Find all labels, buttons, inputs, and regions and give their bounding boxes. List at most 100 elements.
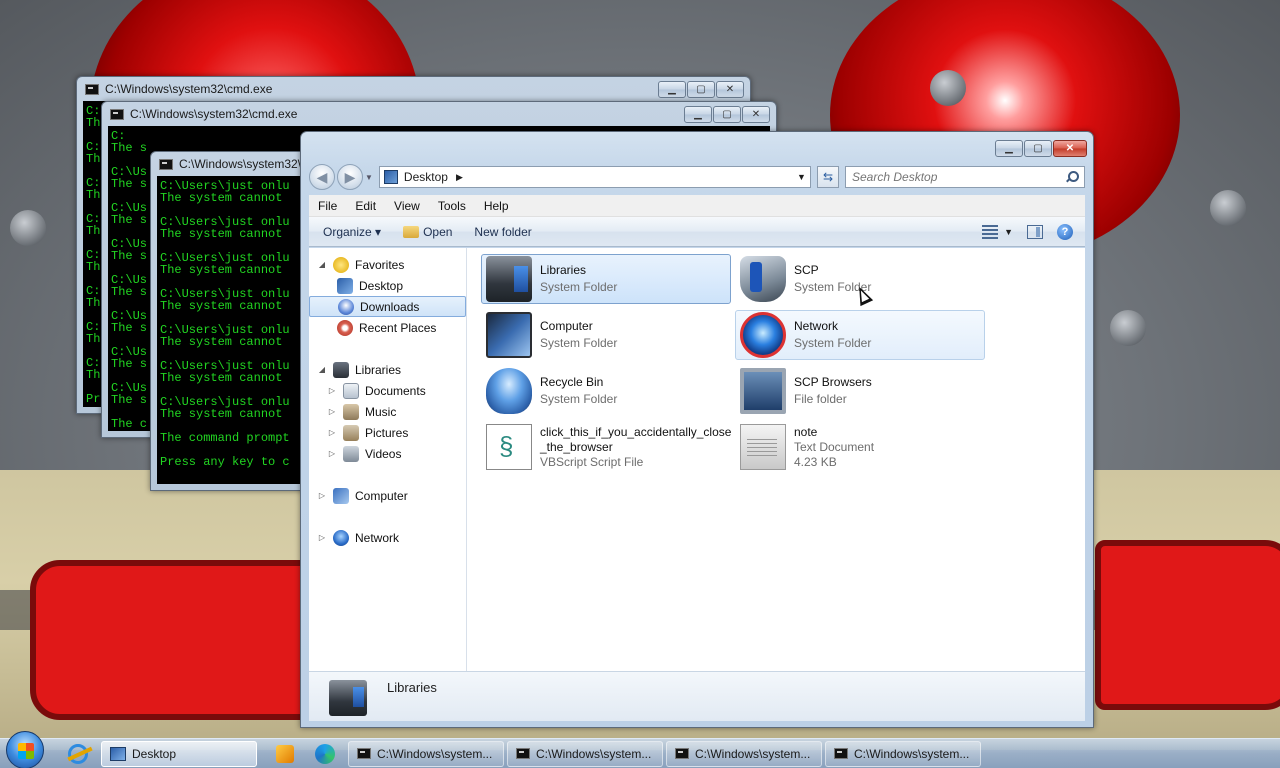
tree-libraries[interactable]: ◢ Libraries xyxy=(309,359,466,380)
search-box[interactable] xyxy=(845,166,1085,188)
open-button[interactable]: Open xyxy=(399,225,456,239)
details-pane: Libraries xyxy=(309,671,1085,721)
taskbar-cmd-button[interactable]: C:\Windows\system... xyxy=(507,740,663,767)
maximize-button[interactable]: ▢ xyxy=(687,81,715,98)
close-button[interactable]: ✕ xyxy=(742,106,770,123)
menu-tools[interactable]: Tools xyxy=(429,199,475,213)
network-globe-icon xyxy=(740,312,786,358)
navigation-pane[interactable]: ◢ Favorites Desktop Downloads Recent Pla… xyxy=(309,248,467,673)
file-type: System Folder xyxy=(794,336,872,350)
help-icon[interactable]: ? xyxy=(1057,223,1073,240)
explorer-content: ◢ Favorites Desktop Downloads Recent Pla… xyxy=(309,248,1085,673)
wallpaper-bolt xyxy=(10,210,46,246)
search-input[interactable] xyxy=(852,170,1064,184)
menu-edit[interactable]: Edit xyxy=(346,199,385,213)
collapsed-arrow-icon[interactable]: ▷ xyxy=(327,407,337,416)
cmd-output: C:\Users\just onlu The system cannot C:\… xyxy=(160,179,290,469)
menu-view[interactable]: View xyxy=(385,199,429,213)
minimize-button[interactable]: ▁ xyxy=(684,106,712,123)
music-icon xyxy=(343,403,359,420)
start-button[interactable] xyxy=(6,730,44,768)
libraries-icon xyxy=(486,256,532,302)
file-item-computer[interactable]: Computer System Folder xyxy=(481,310,731,360)
taskbar-label: Desktop xyxy=(132,746,177,761)
cmd-output: C: The s C:\Us The s C:\Us The s C:\Us T… xyxy=(111,129,148,431)
videos-icon xyxy=(343,445,359,462)
collapsed-arrow-icon[interactable]: ▷ xyxy=(327,428,337,437)
tree-label: Desktop xyxy=(359,278,404,293)
cmd-icon xyxy=(516,748,530,759)
explorer-window-buttons: ▁ ▢ ✕ xyxy=(995,140,1087,157)
collapsed-arrow-icon[interactable]: ▷ xyxy=(327,386,337,395)
address-bar[interactable]: Desktop ▶ ▼ xyxy=(378,166,811,188)
breadcrumb-arrow-icon[interactable]: ▶ xyxy=(456,172,463,183)
tree-label: Documents xyxy=(365,383,426,398)
recent-places-icon xyxy=(337,319,353,336)
file-item-scp-browsers[interactable]: SCP Browsers File folder xyxy=(735,366,985,416)
file-item-note[interactable]: note Text Document 4.23 KB xyxy=(735,418,985,476)
expanded-arrow-icon[interactable]: ◢ xyxy=(317,260,327,269)
file-item-libraries[interactable]: Libraries System Folder xyxy=(481,254,731,304)
search-icon[interactable] xyxy=(1064,170,1079,184)
cmd-title-text: C:\Windows\system32\cmd.exe xyxy=(105,82,273,96)
taskbar-ie[interactable] xyxy=(58,740,98,768)
file-item-recycle-bin[interactable]: Recycle Bin System Folder xyxy=(481,366,731,416)
tree-videos[interactable]: ▷ Videos xyxy=(309,443,466,464)
tree-desktop[interactable]: Desktop xyxy=(309,275,466,296)
minimize-button[interactable]: ▁ xyxy=(658,81,686,98)
close-button[interactable]: ✕ xyxy=(1053,140,1087,157)
collapsed-arrow-icon[interactable]: ▷ xyxy=(317,491,327,500)
menu-file[interactable]: File xyxy=(309,199,346,213)
file-type: Text Document xyxy=(794,439,875,454)
taskbar-edge[interactable] xyxy=(305,740,345,768)
tree-documents[interactable]: ▷ Documents xyxy=(309,380,466,401)
media-player-icon xyxy=(276,744,294,763)
tree-favorites[interactable]: ◢ Favorites xyxy=(309,254,466,275)
new-folder-button[interactable]: New folder xyxy=(470,225,535,239)
close-button[interactable]: ✕ xyxy=(716,81,744,98)
explorer-window[interactable]: ▁ ▢ ✕ ◀ ▶ ▼ Desktop ▶ ▼ ⇆ File Edit View… xyxy=(300,131,1094,728)
collapsed-arrow-icon[interactable]: ▷ xyxy=(317,533,327,542)
file-item-vbscript[interactable]: click_this_if_you_accidentally_close_the… xyxy=(481,418,731,476)
minimize-button[interactable]: ▁ xyxy=(995,140,1023,157)
preview-pane-icon[interactable] xyxy=(1027,224,1043,239)
file-item-network[interactable]: Network System Folder xyxy=(735,310,985,360)
taskbar-label: C:\Windows\system... xyxy=(377,746,493,761)
tree-downloads[interactable]: Downloads xyxy=(309,296,466,317)
cmd-icon xyxy=(85,83,99,95)
views-dropdown-icon[interactable]: ▼ xyxy=(1004,227,1013,237)
tree-computer[interactable]: ▷ Computer xyxy=(309,485,466,506)
breadcrumb-desktop[interactable]: Desktop xyxy=(404,170,448,184)
tree-network[interactable]: ▷ Network xyxy=(309,527,466,548)
maximize-button[interactable]: ▢ xyxy=(713,106,741,123)
downloads-icon xyxy=(338,298,354,315)
cmd-icon xyxy=(834,748,848,759)
menu-help[interactable]: Help xyxy=(475,199,518,213)
address-dropdown-icon[interactable]: ▼ xyxy=(792,172,810,182)
recent-pages-dropdown[interactable]: ▼ xyxy=(365,173,373,182)
change-view-icon[interactable] xyxy=(982,224,999,239)
organize-button[interactable]: Organize ▾ xyxy=(319,225,385,239)
taskbar-cmd-button[interactable]: C:\Windows\system... xyxy=(348,740,504,767)
file-name: Network xyxy=(794,319,839,333)
tree-pictures[interactable]: ▷ Pictures xyxy=(309,422,466,443)
refresh-button[interactable]: ⇆ xyxy=(817,166,839,188)
taskbar-cmd-button[interactable]: C:\Windows\system... xyxy=(666,740,822,767)
taskbar-cmd-button[interactable]: C:\Windows\system... xyxy=(825,740,981,767)
expanded-arrow-icon[interactable]: ◢ xyxy=(317,365,327,374)
taskbar-explorer-button[interactable]: Desktop xyxy=(101,740,257,767)
file-type: File folder xyxy=(794,392,847,406)
file-list[interactable]: Libraries System Folder SCP System Folder … xyxy=(467,248,1085,673)
tree-music[interactable]: ▷ Music xyxy=(309,401,466,422)
forward-button[interactable]: ▶ xyxy=(337,164,363,190)
maximize-button[interactable]: ▢ xyxy=(1024,140,1052,157)
tree-recent-places[interactable]: Recent Places xyxy=(309,317,466,338)
tree-label: Music xyxy=(365,404,397,419)
libraries-icon xyxy=(329,680,367,716)
taskbar-media-player[interactable] xyxy=(265,740,305,768)
favorites-star-icon xyxy=(333,256,349,273)
back-button[interactable]: ◀ xyxy=(309,164,335,190)
collapsed-arrow-icon[interactable]: ▷ xyxy=(327,449,337,458)
tree-label: Libraries xyxy=(355,362,402,377)
